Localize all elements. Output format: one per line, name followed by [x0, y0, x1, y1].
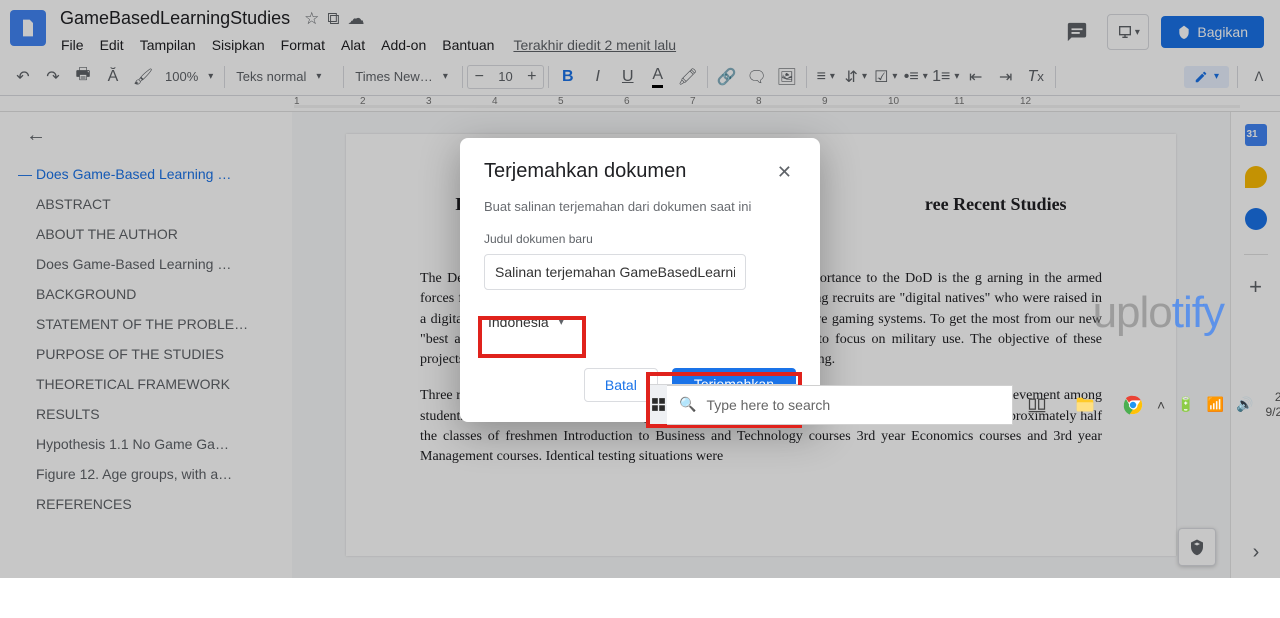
translate-dialog: Terjemahkan dokumen ✕ Buat salinan terje… [460, 138, 820, 422]
menu-help[interactable]: Bantuan [435, 33, 501, 57]
zoom-select[interactable]: 100% [158, 64, 220, 90]
print-button[interactable]: 🖶 [68, 63, 98, 91]
font-size-increase[interactable]: + [521, 63, 543, 91]
last-edit-link[interactable]: Terakhir diedit 2 menit lalu [503, 33, 686, 57]
share-button-label: Bagikan [1197, 24, 1248, 40]
outline-item[interactable]: RESULTS [14, 399, 284, 429]
tasks-icon[interactable] [1245, 208, 1267, 230]
cloud-icon[interactable]: ☁ [348, 9, 365, 29]
outline-item[interactable]: Hypothesis 1.1 No Game Ga… [14, 429, 284, 459]
align-button[interactable]: ≡ [811, 63, 841, 91]
doc-title[interactable]: GameBasedLearningStudies [54, 6, 296, 31]
style-select[interactable]: Teks normal [229, 64, 339, 90]
spellcheck-button[interactable]: Ӑ [98, 63, 128, 91]
undo-button[interactable]: ↶ [8, 63, 38, 91]
calendar-icon[interactable] [1245, 124, 1267, 146]
underline-button[interactable]: U [613, 63, 643, 91]
menu-insert[interactable]: Sisipkan [205, 33, 272, 57]
star-icon[interactable]: ☆ [304, 9, 319, 29]
italic-button[interactable]: I [583, 63, 613, 91]
docs-logo[interactable] [10, 10, 46, 46]
numbered-list-button[interactable]: 1≡ [931, 63, 961, 91]
bulleted-list-button[interactable]: •≡ [901, 63, 931, 91]
font-size-decrease[interactable]: − [468, 63, 490, 91]
move-icon[interactable]: ⧉ [327, 9, 339, 29]
outline-item[interactable]: BACKGROUND [14, 279, 284, 309]
explore-button[interactable] [1178, 528, 1216, 566]
outline-item[interactable]: —Does Game-Based Learning … [14, 159, 284, 189]
language-select[interactable]: Indonesia [484, 306, 568, 338]
format-paint-button[interactable]: 🖌 [128, 63, 158, 91]
redo-button[interactable]: ↷ [38, 63, 68, 91]
input-label: Judul dokumen baru [484, 232, 796, 246]
indent-increase-button[interactable]: ⇥ [991, 63, 1021, 91]
outline-item[interactable]: THEORETICAL FRAMEWORK [14, 369, 284, 399]
translate-button[interactable]: Terjemahkan [672, 368, 796, 402]
side-panel: + [1230, 112, 1280, 578]
present-button[interactable]: ▾ [1107, 14, 1149, 50]
menu-addons[interactable]: Add-on [374, 33, 433, 57]
outline-item[interactable]: ABOUT THE AUTHOR [14, 219, 284, 249]
menu-file[interactable]: File [54, 33, 91, 57]
highlight-button[interactable]: 🖍 [673, 63, 703, 91]
add-addon-button[interactable]: + [1244, 275, 1268, 299]
dialog-description: Buat salinan terjemahan dari dokumen saa… [484, 199, 796, 214]
indent-decrease-button[interactable]: ⇤ [961, 63, 991, 91]
expand-toolbar-button[interactable]: ᐱ [1246, 64, 1272, 90]
font-size-value[interactable]: 10 [490, 69, 520, 84]
menu-view[interactable]: Tampilan [133, 33, 203, 57]
checklist-button[interactable]: ☑ [871, 63, 901, 91]
outline-item[interactable]: Does Game-Based Learning … [14, 249, 284, 279]
new-title-input[interactable] [484, 254, 746, 290]
text-color-button[interactable]: A [643, 63, 673, 91]
outline-item[interactable]: ABSTRACT [14, 189, 284, 219]
comment-history-icon[interactable] [1059, 14, 1095, 50]
clear-format-button[interactable]: Tx [1021, 63, 1051, 91]
outline-item[interactable]: STATEMENT OF THE PROBLE… [14, 309, 284, 339]
editing-mode-button[interactable]: ▾ [1184, 66, 1229, 88]
menu-format[interactable]: Format [274, 33, 332, 57]
cancel-button[interactable]: Batal [584, 368, 658, 402]
close-icon[interactable]: ✕ [773, 160, 796, 185]
outline-back-button[interactable]: ← [14, 124, 284, 147]
bold-button[interactable]: B [553, 63, 583, 91]
share-button[interactable]: Bagikan [1161, 16, 1264, 48]
font-select[interactable]: Times New… [348, 64, 458, 90]
line-spacing-button[interactable]: ⇵ [841, 63, 871, 91]
menu-edit[interactable]: Edit [93, 33, 131, 57]
keep-icon[interactable] [1245, 166, 1267, 188]
outline-item[interactable]: Figure 12. Age groups, with a… [14, 459, 284, 489]
outline-item[interactable]: REFERENCES [14, 489, 284, 519]
insert-image-button[interactable]: 🖼 [772, 63, 802, 91]
insert-link-button[interactable]: 🔗 [712, 63, 742, 91]
hide-side-panel-button[interactable]: › [1244, 540, 1268, 564]
insert-comment-button[interactable]: 🗨 [742, 63, 772, 91]
dialog-title: Terjemahkan dokumen [484, 160, 686, 183]
menu-tools[interactable]: Alat [334, 33, 372, 57]
outline-panel: ← —Does Game-Based Learning … ABSTRACT A… [0, 112, 292, 578]
outline-item[interactable]: PURPOSE OF THE STUDIES [14, 339, 284, 369]
ruler[interactable]: 1 2 3 4 5 6 7 8 9 10 11 12 [0, 96, 1280, 112]
